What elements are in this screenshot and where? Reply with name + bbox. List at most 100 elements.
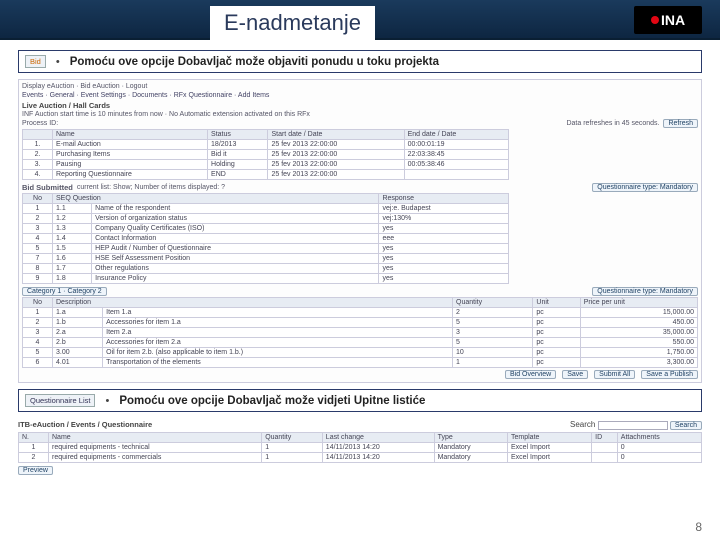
table-cell: 1.1	[53, 204, 92, 214]
events-table: Name Status Start date / Date End date /…	[22, 129, 509, 180]
table-cell: Purchasing Items	[53, 150, 208, 160]
table-cell: 22:03:38:45	[404, 150, 508, 160]
table-cell: vej:130%	[379, 214, 508, 224]
table-cell: 8	[23, 264, 53, 274]
table-cell: yes	[379, 254, 508, 264]
table-cell: pc	[533, 328, 580, 338]
items-type-select[interactable]: Questionnaire type: Mandatory	[592, 287, 698, 296]
auction-screenshot: Display eAuction · Bid eAuction · Logout…	[18, 79, 702, 383]
table-cell: required equipments - technical	[49, 443, 262, 453]
page-title: E-nadmetanje	[210, 6, 375, 40]
table-cell: 1.b	[53, 318, 103, 328]
page-number: 8	[695, 520, 702, 534]
table-cell: Contact Information	[92, 234, 379, 244]
table-cell: 4.	[23, 170, 53, 180]
search-label: Search	[570, 420, 595, 429]
seq-table: No SEQ Question Response 11.1Name of the…	[22, 193, 509, 284]
top-menu: Display eAuction · Bid eAuction · Logout	[22, 83, 698, 90]
bid-button[interactable]: Bid	[25, 55, 46, 68]
table-cell: Other regulations	[92, 264, 379, 274]
preview-button[interactable]: Preview	[18, 466, 53, 475]
table-cell: 2	[453, 308, 533, 318]
table-cell: Version of organization status	[92, 214, 379, 224]
table-cell: 35,000.00	[580, 328, 697, 338]
table-cell: 3.00	[53, 348, 103, 358]
table-cell: vej:e. Budapest	[379, 204, 508, 214]
table-cell: 2	[23, 214, 53, 224]
seq-col-resp: Response	[379, 194, 508, 204]
table-cell: Excel Import	[508, 443, 592, 453]
table-cell: eee	[379, 234, 508, 244]
table-cell: Item 2.a	[103, 328, 453, 338]
table-cell: 1,750.00	[580, 348, 697, 358]
table-cell: Transportation of the elements	[103, 358, 453, 368]
table-cell: 00:00:01:19	[404, 140, 508, 150]
table-cell: 14/11/2013 14:20	[322, 443, 434, 453]
table-cell: 4	[23, 234, 53, 244]
col-start: Start date / Date	[268, 130, 404, 140]
table-cell: 18/2013	[208, 140, 268, 150]
table-cell: Oil for item 2.b. (also applicable to it…	[103, 348, 453, 358]
bid-submitted-label: Bid Submitted	[22, 183, 73, 192]
table-cell: Reporting Questionnaire	[53, 170, 208, 180]
it-col-desc: Description	[53, 298, 453, 308]
table-cell: Accessories for item 1.a	[103, 318, 453, 328]
table-cell: 1	[19, 443, 49, 453]
table-cell: 1.5	[53, 244, 92, 254]
table-cell: 25 fev 2013 22:00:00	[268, 160, 404, 170]
callout-bid: Bid • Pomoću ove opcije Dobavljač može o…	[18, 50, 702, 73]
table-cell: 0	[617, 453, 701, 463]
questionnaire-list-button[interactable]: Questionnaire List	[25, 394, 95, 407]
table-cell: yes	[379, 264, 508, 274]
table-cell: 5	[23, 348, 53, 358]
questionnaire-type-select[interactable]: Questionnaire type: Mandatory	[592, 183, 698, 192]
breadcrumb: ITB-eAuction / Events / Questionnaire	[18, 420, 152, 430]
items-table: No Description Quantity Unit Price per u…	[22, 297, 698, 368]
it-col-qty: Quantity	[453, 298, 533, 308]
table-cell: 1.a	[53, 308, 103, 318]
search-input[interactable]	[598, 421, 668, 430]
table-cell: Holding	[208, 160, 268, 170]
seq-col-no: No	[23, 194, 53, 204]
seq-col-q: SEQ Question	[53, 194, 379, 204]
table-cell: Bid it	[208, 150, 268, 160]
table-cell: 14/11/2013 14:20	[322, 453, 434, 463]
it-col-unit: Unit	[533, 298, 580, 308]
table-cell: Excel Import	[508, 453, 592, 463]
table-cell: HSE Self Assessment Position	[92, 254, 379, 264]
table-cell: 5	[453, 318, 533, 328]
table-cell: Pausing	[53, 160, 208, 170]
table-cell: 3,300.00	[580, 358, 697, 368]
table-cell: 2.	[23, 150, 53, 160]
save-button[interactable]: Save	[562, 370, 588, 379]
table-cell: Item 1.a	[103, 308, 453, 318]
bid-overview-button[interactable]: Bid Overview	[505, 370, 556, 379]
callout-questionnaire-text: Pomoću ove opcije Dobavljač može vidjeti…	[119, 395, 425, 407]
table-cell: 9	[23, 274, 53, 284]
col-header: Quantity	[262, 433, 323, 443]
bullet-icon: •	[95, 395, 119, 407]
items-tabs[interactable]: Category 1 · Category 2	[22, 287, 107, 296]
col-status: Status	[208, 130, 268, 140]
table-cell	[592, 443, 618, 453]
save-publish-button[interactable]: Save a Publish	[641, 370, 698, 379]
info-line: INF Auction start time is 10 minutes fro…	[22, 111, 310, 118]
table-cell: 10	[453, 348, 533, 358]
bullet-icon: •	[46, 56, 70, 68]
table-cell: E-mail Auction	[53, 140, 208, 150]
table-cell: 1	[453, 358, 533, 368]
search-button[interactable]: Search	[670, 421, 702, 430]
callout-questionnaire: Questionnaire List • Pomoću ove opcije D…	[18, 389, 702, 412]
refresh-note: Data refreshes in 45 seconds.	[566, 120, 659, 127]
table-cell: Mandatory	[434, 453, 507, 463]
table-cell: Accessories for item 2.a	[103, 338, 453, 348]
table-cell: Mandatory	[434, 443, 507, 453]
submit-all-button[interactable]: Submit All	[594, 370, 635, 379]
table-cell: Insurance Policy	[92, 274, 379, 284]
col-blank	[23, 130, 53, 140]
table-cell: yes	[379, 274, 508, 284]
it-col-price: Price per unit	[580, 298, 697, 308]
refresh-button[interactable]: Refresh	[663, 119, 698, 128]
table-cell	[404, 170, 508, 180]
brand-logo: INA	[634, 6, 702, 34]
